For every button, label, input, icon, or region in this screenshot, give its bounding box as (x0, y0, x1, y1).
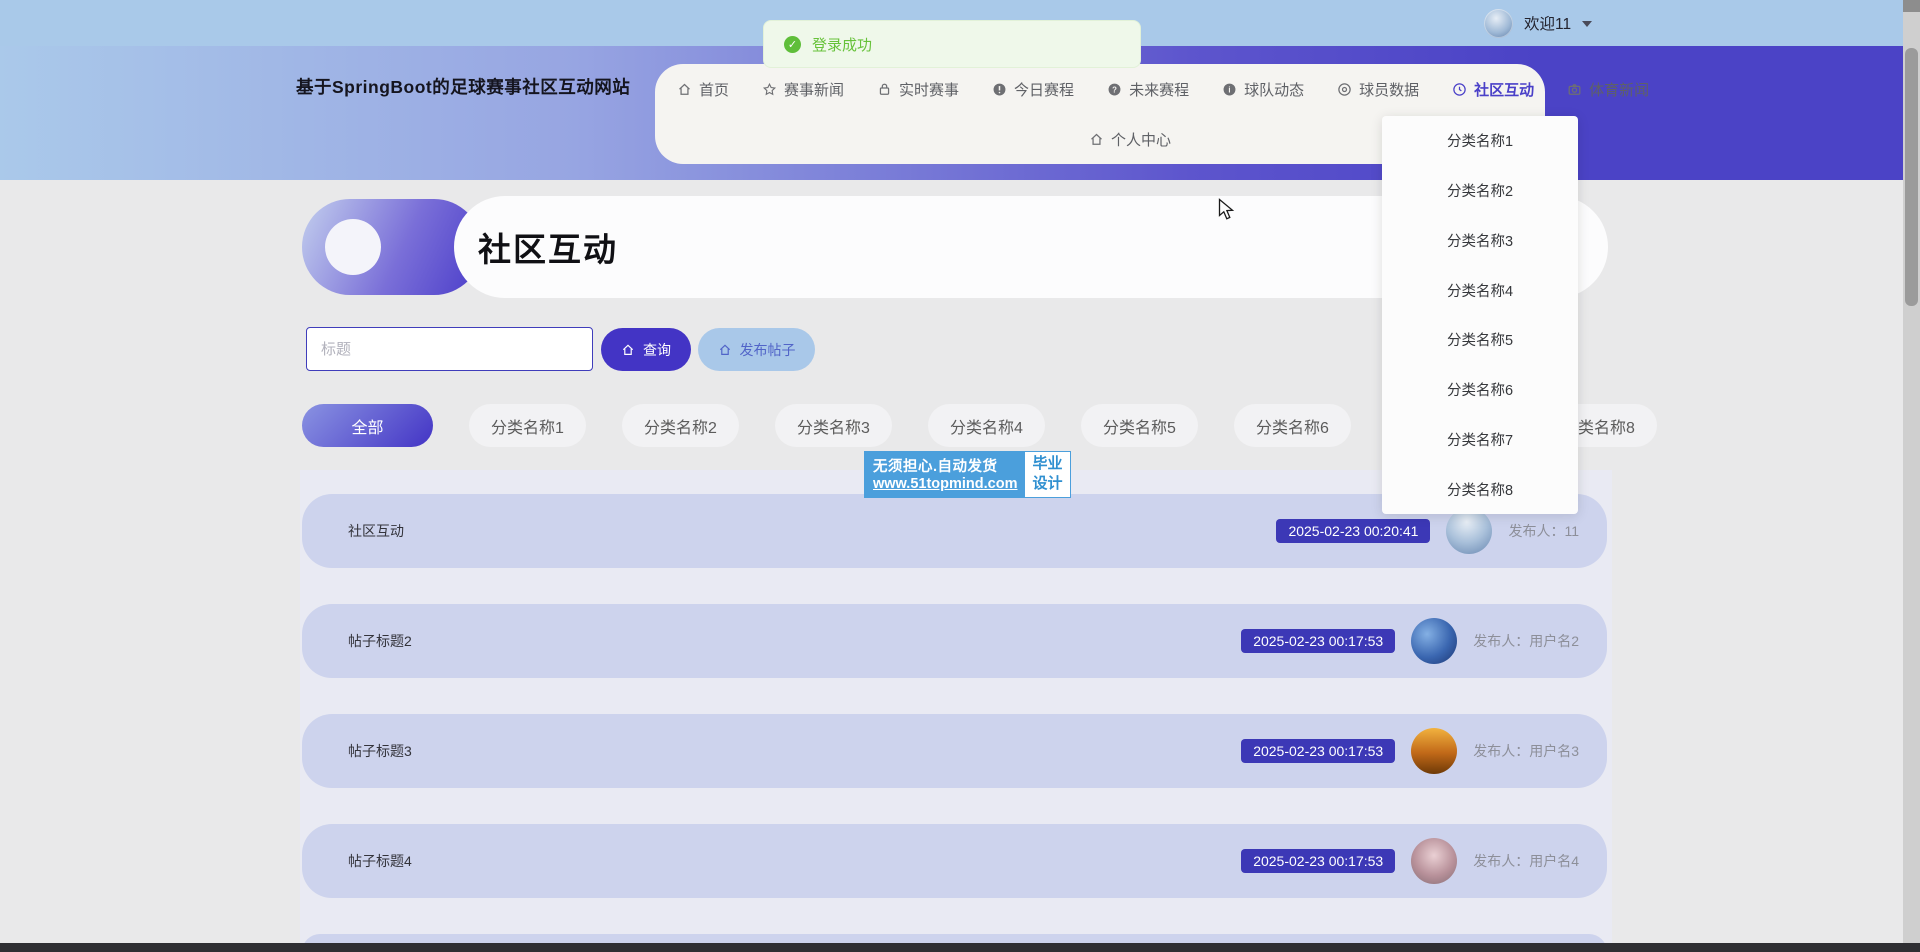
scrollbar-thumb[interactable] (1905, 48, 1918, 306)
post-avatar (1411, 618, 1457, 664)
filter-pill-6[interactable]: 分类名称6 (1234, 404, 1351, 447)
nav-item-4[interactable]: ? 未来赛程 (1107, 79, 1189, 100)
camera-icon (1567, 82, 1582, 97)
nav-item-6[interactable]: 球员数据 (1337, 79, 1419, 100)
dropdown-item-4[interactable]: 分类名称5 (1382, 315, 1578, 365)
watermark-ad: 无须担心.自动发货 www.51topmind.com 毕业 设计 (865, 452, 1070, 497)
query-button[interactable]: 查询 (601, 328, 691, 371)
dropdown-item-3[interactable]: 分类名称4 (1382, 265, 1578, 315)
toast-message: 登录成功 (812, 34, 872, 55)
post-title: 社区互动 (348, 521, 404, 541)
nav-item-label: 实时赛事 (899, 79, 959, 100)
category-dropdown: 分类名称1分类名称2分类名称3分类名称4分类名称5分类名称6分类名称7分类名称8 (1382, 116, 1578, 514)
post-publisher: 发布人：用户名3 (1473, 741, 1579, 761)
house-icon (718, 343, 732, 357)
filter-pill-4[interactable]: 分类名称4 (928, 404, 1045, 447)
scrollbar-up-button[interactable] (1903, 0, 1920, 12)
taskbar-edge (0, 943, 1920, 952)
site-title: 基于SpringBoot的足球赛事社区互动网站 (296, 74, 630, 99)
filter-pill-3[interactable]: 分类名称3 (775, 404, 892, 447)
post-title: 帖子标题3 (348, 741, 412, 761)
dropdown-item-1[interactable]: 分类名称2 (1382, 166, 1578, 216)
clock-circle-icon (1452, 82, 1467, 97)
svg-text:?: ? (1112, 85, 1117, 94)
nav-item-2[interactable]: 实时赛事 (877, 79, 959, 100)
nav-item-7[interactable]: 社区互动 (1452, 79, 1534, 100)
watermark-badge-line2: 设计 (1032, 474, 1062, 494)
banner-logo-circle (325, 219, 381, 275)
post-avatar (1446, 508, 1492, 554)
post-button-label: 发布帖子 (740, 340, 796, 360)
page-title: 社区互动 (478, 223, 618, 271)
exclamation-circle-icon (992, 82, 1007, 97)
success-check-icon: ✓ (784, 36, 801, 53)
query-button-label: 查询 (643, 340, 671, 360)
post-title: 帖子标题4 (348, 851, 412, 871)
star-icon (762, 82, 777, 97)
watermark-badge: 毕业 设计 (1025, 452, 1069, 497)
dropdown-item-0[interactable]: 分类名称1 (1382, 116, 1578, 166)
target-circle-icon (1337, 82, 1352, 97)
post-publisher: 发布人：11 (1508, 521, 1579, 541)
nav-item-label: 社区互动 (1474, 79, 1534, 100)
post-card-2[interactable]: 帖子标题3 2025-02-23 00:17:53 发布人：用户名3 (302, 714, 1607, 788)
post-time-badge: 2025-02-23 00:17:53 (1241, 629, 1395, 653)
watermark-text: 无须担心.自动发货 www.51topmind.com (865, 452, 1025, 497)
nav-item-label: 未来赛程 (1129, 79, 1189, 100)
user-menu[interactable]: 欢迎11 (1484, 8, 1592, 38)
mouse-cursor (1218, 198, 1238, 221)
lock-icon (877, 82, 892, 97)
info-circle-icon: i (1222, 82, 1237, 97)
nav-item-1[interactable]: 赛事新闻 (762, 79, 844, 100)
watermark-url[interactable]: www.51topmind.com (873, 476, 1017, 492)
post-publisher: 发布人：用户名2 (1473, 631, 1579, 651)
filter-pill-1[interactable]: 分类名称1 (469, 404, 586, 447)
house-icon (677, 82, 692, 97)
welcome-label: 欢迎11 (1524, 12, 1571, 34)
nav-item-label: 个人中心 (1111, 129, 1171, 150)
nav-item-label: 球员数据 (1359, 79, 1419, 100)
nav-item-label: 体育新闻 (1589, 79, 1649, 100)
nav-item-row2-0[interactable]: 个人中心 (1089, 129, 1171, 150)
dropdown-item-7[interactable]: 分类名称8 (1382, 464, 1578, 514)
nav-item-8[interactable]: 体育新闻 (1567, 79, 1649, 100)
post-avatar (1411, 728, 1457, 774)
nav-row-1: 首页赛事新闻实时赛事今日赛程?未来赛程i球队动态球员数据社区互动体育新闻 (677, 64, 1523, 114)
nav-item-label: 赛事新闻 (784, 79, 844, 100)
filter-pill-5[interactable]: 分类名称5 (1081, 404, 1198, 447)
post-time-badge: 2025-02-23 00:20:41 (1276, 519, 1430, 543)
post-time-badge: 2025-02-23 00:17:53 (1241, 739, 1395, 763)
filter-pill-0[interactable]: 全部 (302, 404, 433, 447)
success-toast: ✓ 登录成功 (763, 20, 1141, 68)
house-icon (621, 343, 635, 357)
watermark-badge-line1: 毕业 (1032, 454, 1062, 474)
post-list: 社区互动 2025-02-23 00:20:41 发布人：11 帖子标题2 2025-0… (302, 494, 1607, 934)
nav-item-5[interactable]: i 球队动态 (1222, 79, 1304, 100)
post-time-badge: 2025-02-23 00:17:53 (1241, 849, 1395, 873)
nav-item-label: 今日赛程 (1014, 79, 1074, 100)
filter-pill-2[interactable]: 分类名称2 (622, 404, 739, 447)
dropdown-item-2[interactable]: 分类名称3 (1382, 216, 1578, 266)
post-card-1[interactable]: 帖子标题2 2025-02-23 00:17:53 发布人：用户名2 (302, 604, 1607, 678)
nav-item-0[interactable]: 首页 (677, 79, 729, 100)
user-avatar (1484, 9, 1513, 38)
house-icon (1089, 132, 1104, 147)
post-title: 帖子标题2 (348, 631, 412, 651)
nav-item-label: 球队动态 (1244, 79, 1304, 100)
chevron-down-icon (1582, 21, 1592, 27)
question-circle-icon: ? (1107, 82, 1122, 97)
nav-item-label: 首页 (699, 79, 729, 100)
dropdown-item-6[interactable]: 分类名称7 (1382, 415, 1578, 465)
svg-text:i: i (1228, 85, 1230, 94)
post-publisher: 发布人：用户名4 (1473, 851, 1579, 871)
post-button[interactable]: 发布帖子 (698, 328, 815, 371)
search-input[interactable] (306, 327, 593, 371)
scrollbar[interactable] (1903, 0, 1920, 952)
watermark-line1: 无须担心.自动发货 (873, 455, 1017, 476)
post-card-3[interactable]: 帖子标题4 2025-02-23 00:17:53 发布人：用户名4 (302, 824, 1607, 898)
post-avatar (1411, 838, 1457, 884)
dropdown-item-5[interactable]: 分类名称6 (1382, 365, 1578, 415)
nav-item-3[interactable]: 今日赛程 (992, 79, 1074, 100)
